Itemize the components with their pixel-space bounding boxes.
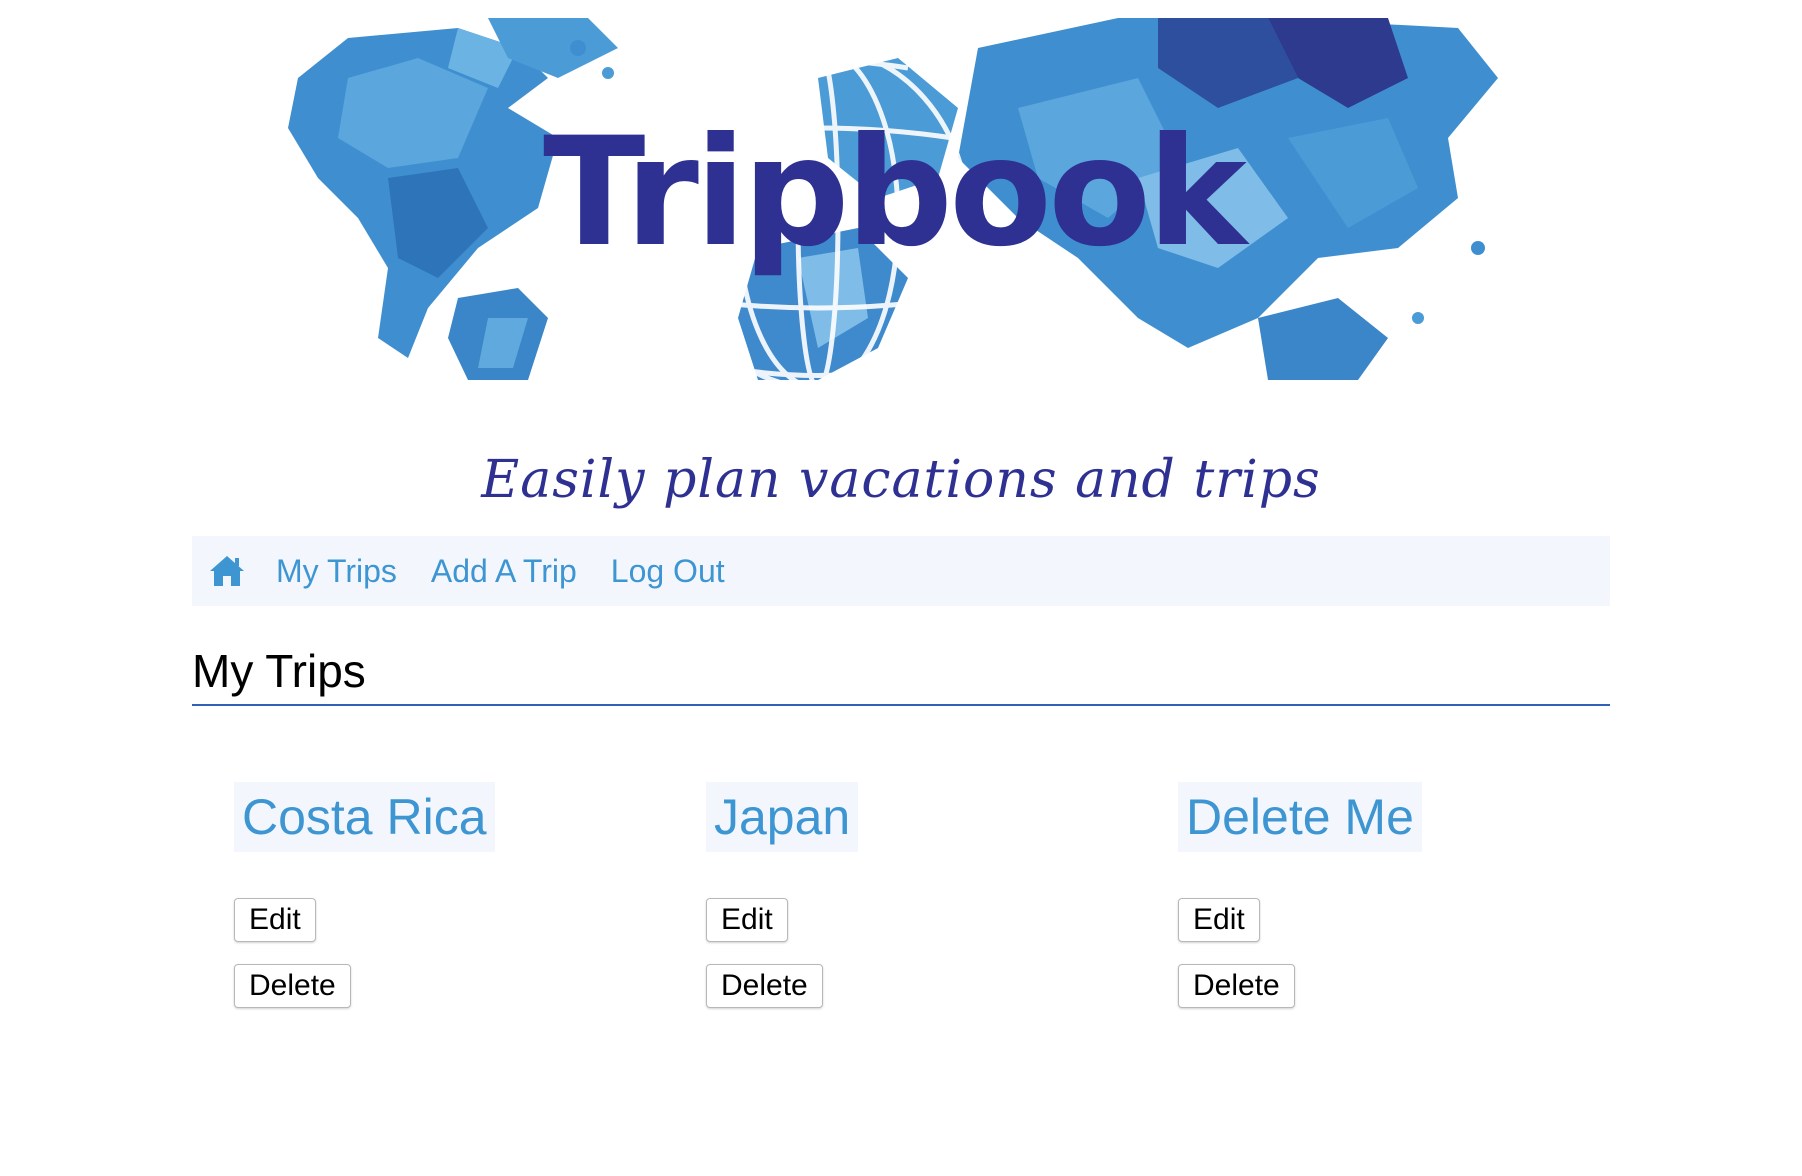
- page: Tripbook Easily plan vacations and trips…: [0, 0, 1802, 1176]
- trip-title-link[interactable]: Delete Me: [1178, 782, 1422, 852]
- delete-trip-button[interactable]: Delete: [706, 964, 823, 1008]
- edit-trip-button[interactable]: Edit: [234, 898, 316, 942]
- main-nav: My Trips Add A Trip Log Out: [192, 536, 1610, 606]
- tagline: Easily plan vacations and trips: [481, 450, 1321, 510]
- trip-title-link[interactable]: Japan: [706, 782, 859, 852]
- trip-card: Japan Edit Delete: [706, 782, 859, 1008]
- edit-trip-button[interactable]: Edit: [706, 898, 788, 942]
- edit-trip-button[interactable]: Edit: [1178, 898, 1260, 942]
- trip-title-link[interactable]: Costa Rica: [234, 782, 495, 852]
- nav-link-add-a-trip[interactable]: Add A Trip: [431, 553, 577, 590]
- nav-link-my-trips[interactable]: My Trips: [276, 553, 397, 590]
- logo-wordmark: Tripbook: [543, 106, 1247, 280]
- home-icon[interactable]: [208, 554, 246, 588]
- delete-trip-button[interactable]: Delete: [1178, 964, 1295, 1008]
- title-divider: [192, 704, 1610, 706]
- trip-card: Costa Rica Edit Delete: [234, 782, 495, 1008]
- delete-trip-button[interactable]: Delete: [234, 964, 351, 1008]
- nav-link-log-out[interactable]: Log Out: [611, 553, 725, 590]
- page-title: My Trips: [192, 645, 366, 697]
- trip-card: Delete Me Edit Delete: [1178, 782, 1422, 1008]
- banner-logo: Tripbook: [258, 18, 1528, 380]
